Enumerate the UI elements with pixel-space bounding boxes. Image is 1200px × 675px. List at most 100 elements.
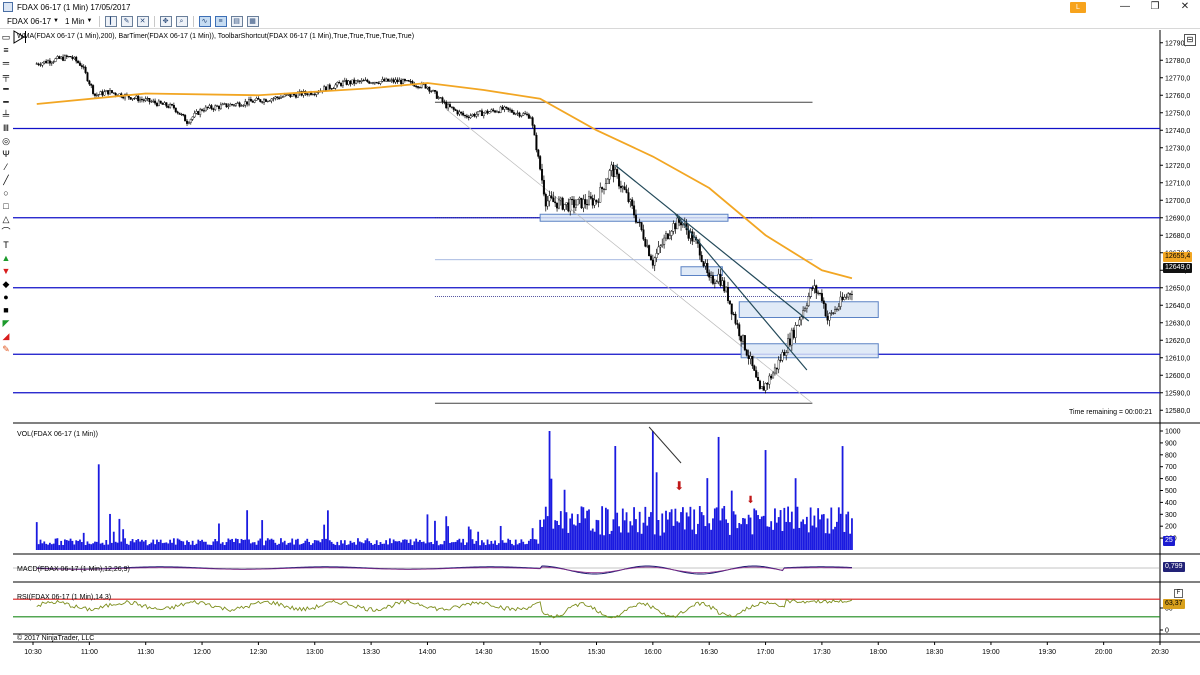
drawing-tool-10-icon[interactable]: ⁄	[0, 161, 12, 173]
volume-bar	[368, 541, 371, 550]
close-button[interactable]: ✕	[1170, 0, 1200, 14]
drawing-tool-2-icon[interactable]: ═	[0, 57, 12, 69]
drawing-tool-icon[interactable]: ✎	[120, 15, 133, 27]
drawing-tool-24-icon[interactable]: ✎	[0, 343, 12, 355]
drawing-tool-9-icon[interactable]: Ψ	[0, 148, 12, 160]
volume-bar	[150, 542, 153, 550]
volume-bar	[787, 506, 789, 550]
volume-bar	[210, 545, 213, 550]
templates-icon[interactable]: ▦	[246, 15, 259, 27]
volume-bar	[789, 522, 791, 550]
properties-icon[interactable]: ▤	[230, 15, 243, 27]
strategies-icon[interactable]: ≡	[214, 15, 227, 27]
drawing-tool-12-icon[interactable]: ○	[0, 187, 12, 199]
minimize-button[interactable]: —	[1110, 0, 1140, 14]
volume-bar	[845, 514, 848, 550]
volume-bar	[704, 526, 707, 550]
drawing-tool-1-icon[interactable]: ≡	[0, 44, 12, 56]
candle-body	[787, 338, 790, 353]
candle-body	[221, 103, 224, 106]
panel-float-button[interactable]: F	[1174, 589, 1183, 598]
candle-body	[88, 80, 91, 85]
move-icon[interactable]: ✥	[159, 15, 172, 27]
drawing-tool-7-icon[interactable]: Ⅲ	[0, 122, 12, 134]
drawing-tool-13-icon[interactable]: □	[0, 200, 12, 212]
volume-bar	[161, 543, 164, 550]
volume-bar	[640, 533, 643, 550]
drawing-tool-0-icon[interactable]: ▭	[0, 31, 12, 43]
volume-bar	[80, 542, 83, 550]
volume-bar	[779, 510, 782, 550]
drawing-tool-6-icon[interactable]: ╧	[0, 109, 12, 121]
instrument-selector[interactable]: FDAX 06-17 ▼	[4, 15, 62, 28]
drawing-tool-3-icon[interactable]: ╤	[0, 70, 12, 82]
volume-bar	[296, 538, 299, 550]
link-button[interactable]: L	[1070, 1, 1086, 13]
candle-body	[586, 203, 589, 206]
candle-body	[524, 113, 527, 115]
drawing-tool-20-icon[interactable]: ●	[0, 291, 12, 303]
candle-body	[351, 79, 354, 85]
candle-body	[341, 81, 344, 86]
drawing-tool-15-icon[interactable]: ⌒	[0, 226, 12, 238]
zoom-icon[interactable]: ⌕	[175, 15, 188, 27]
drawing-tool-18-icon[interactable]: ▼	[0, 265, 12, 277]
drawing-tool-21-icon[interactable]: ■	[0, 304, 12, 316]
volume-bar	[775, 522, 778, 550]
candle-body	[527, 114, 530, 119]
drawing-tool-22-icon[interactable]: ◤	[0, 317, 12, 329]
bar-type-icon[interactable]: ┃	[104, 15, 117, 27]
indicators-icon[interactable]: ∿	[198, 15, 211, 27]
volume-bar	[120, 541, 123, 550]
volume-bar	[781, 530, 784, 550]
restore-button[interactable]: ❐	[1140, 0, 1170, 14]
chart-canvas[interactable]: 12790,012780,012770,012760,012750,012740…	[13, 30, 1200, 675]
volume-bar	[355, 544, 357, 550]
candle-body	[546, 200, 549, 207]
chart-area[interactable]: 12790,0 12780,0 12770,0 12760,0 12750,0 12740…	[13, 30, 1200, 675]
drawing-tool-5-icon[interactable]: ━	[0, 96, 12, 108]
candle-body	[268, 100, 271, 102]
interval-selector[interactable]: 1 Min ▼	[62, 15, 96, 28]
crosshair-tool-icon[interactable]: ✕	[136, 15, 149, 27]
candle-body	[742, 335, 745, 342]
candle-body	[554, 201, 557, 204]
candle-body	[452, 107, 455, 110]
volume-bar	[84, 545, 87, 550]
play-icon[interactable]	[13, 30, 27, 44]
price-tick-label: 12590,0	[1165, 390, 1190, 397]
candle-body	[745, 349, 748, 356]
drawing-tool-17-icon[interactable]: ▲	[0, 252, 12, 264]
time-tick-label: 14:00	[419, 649, 437, 656]
drawing-tool-14-icon[interactable]: △	[0, 213, 12, 225]
drawing-tool-4-icon[interactable]: ━	[0, 83, 12, 95]
price-tick-label: 12710,0	[1165, 180, 1190, 187]
drawing-tool-11-icon[interactable]: ╱	[0, 174, 12, 186]
volume-bar	[736, 528, 739, 550]
volume-bar	[672, 525, 675, 550]
candle-body	[441, 97, 444, 103]
candle-body	[837, 306, 840, 310]
drawing-tool-8-icon[interactable]: ◎	[0, 135, 12, 147]
candle-body	[565, 202, 568, 205]
candle-body	[494, 110, 497, 113]
candle-body	[764, 383, 767, 391]
volume-bar	[449, 542, 451, 550]
volume-bar	[509, 539, 511, 550]
collapse-toolbar-icon[interactable]: ⊟	[1184, 34, 1196, 46]
volume-bar	[387, 544, 389, 550]
candle-body	[666, 233, 669, 239]
volume-bar	[313, 540, 316, 550]
candle-body	[75, 56, 78, 62]
drawing-tool-16-icon[interactable]: T	[0, 239, 12, 251]
candle-body	[90, 83, 93, 86]
candle-body	[417, 86, 420, 88]
candle-body	[574, 204, 577, 208]
volume-bar	[336, 541, 339, 550]
drawing-tool-19-icon[interactable]: ◆	[0, 278, 12, 290]
candle-body	[428, 86, 431, 92]
candle-body	[315, 92, 318, 95]
candle-body	[460, 111, 463, 114]
candle-body	[212, 108, 215, 110]
drawing-tool-23-icon[interactable]: ◢	[0, 330, 12, 342]
